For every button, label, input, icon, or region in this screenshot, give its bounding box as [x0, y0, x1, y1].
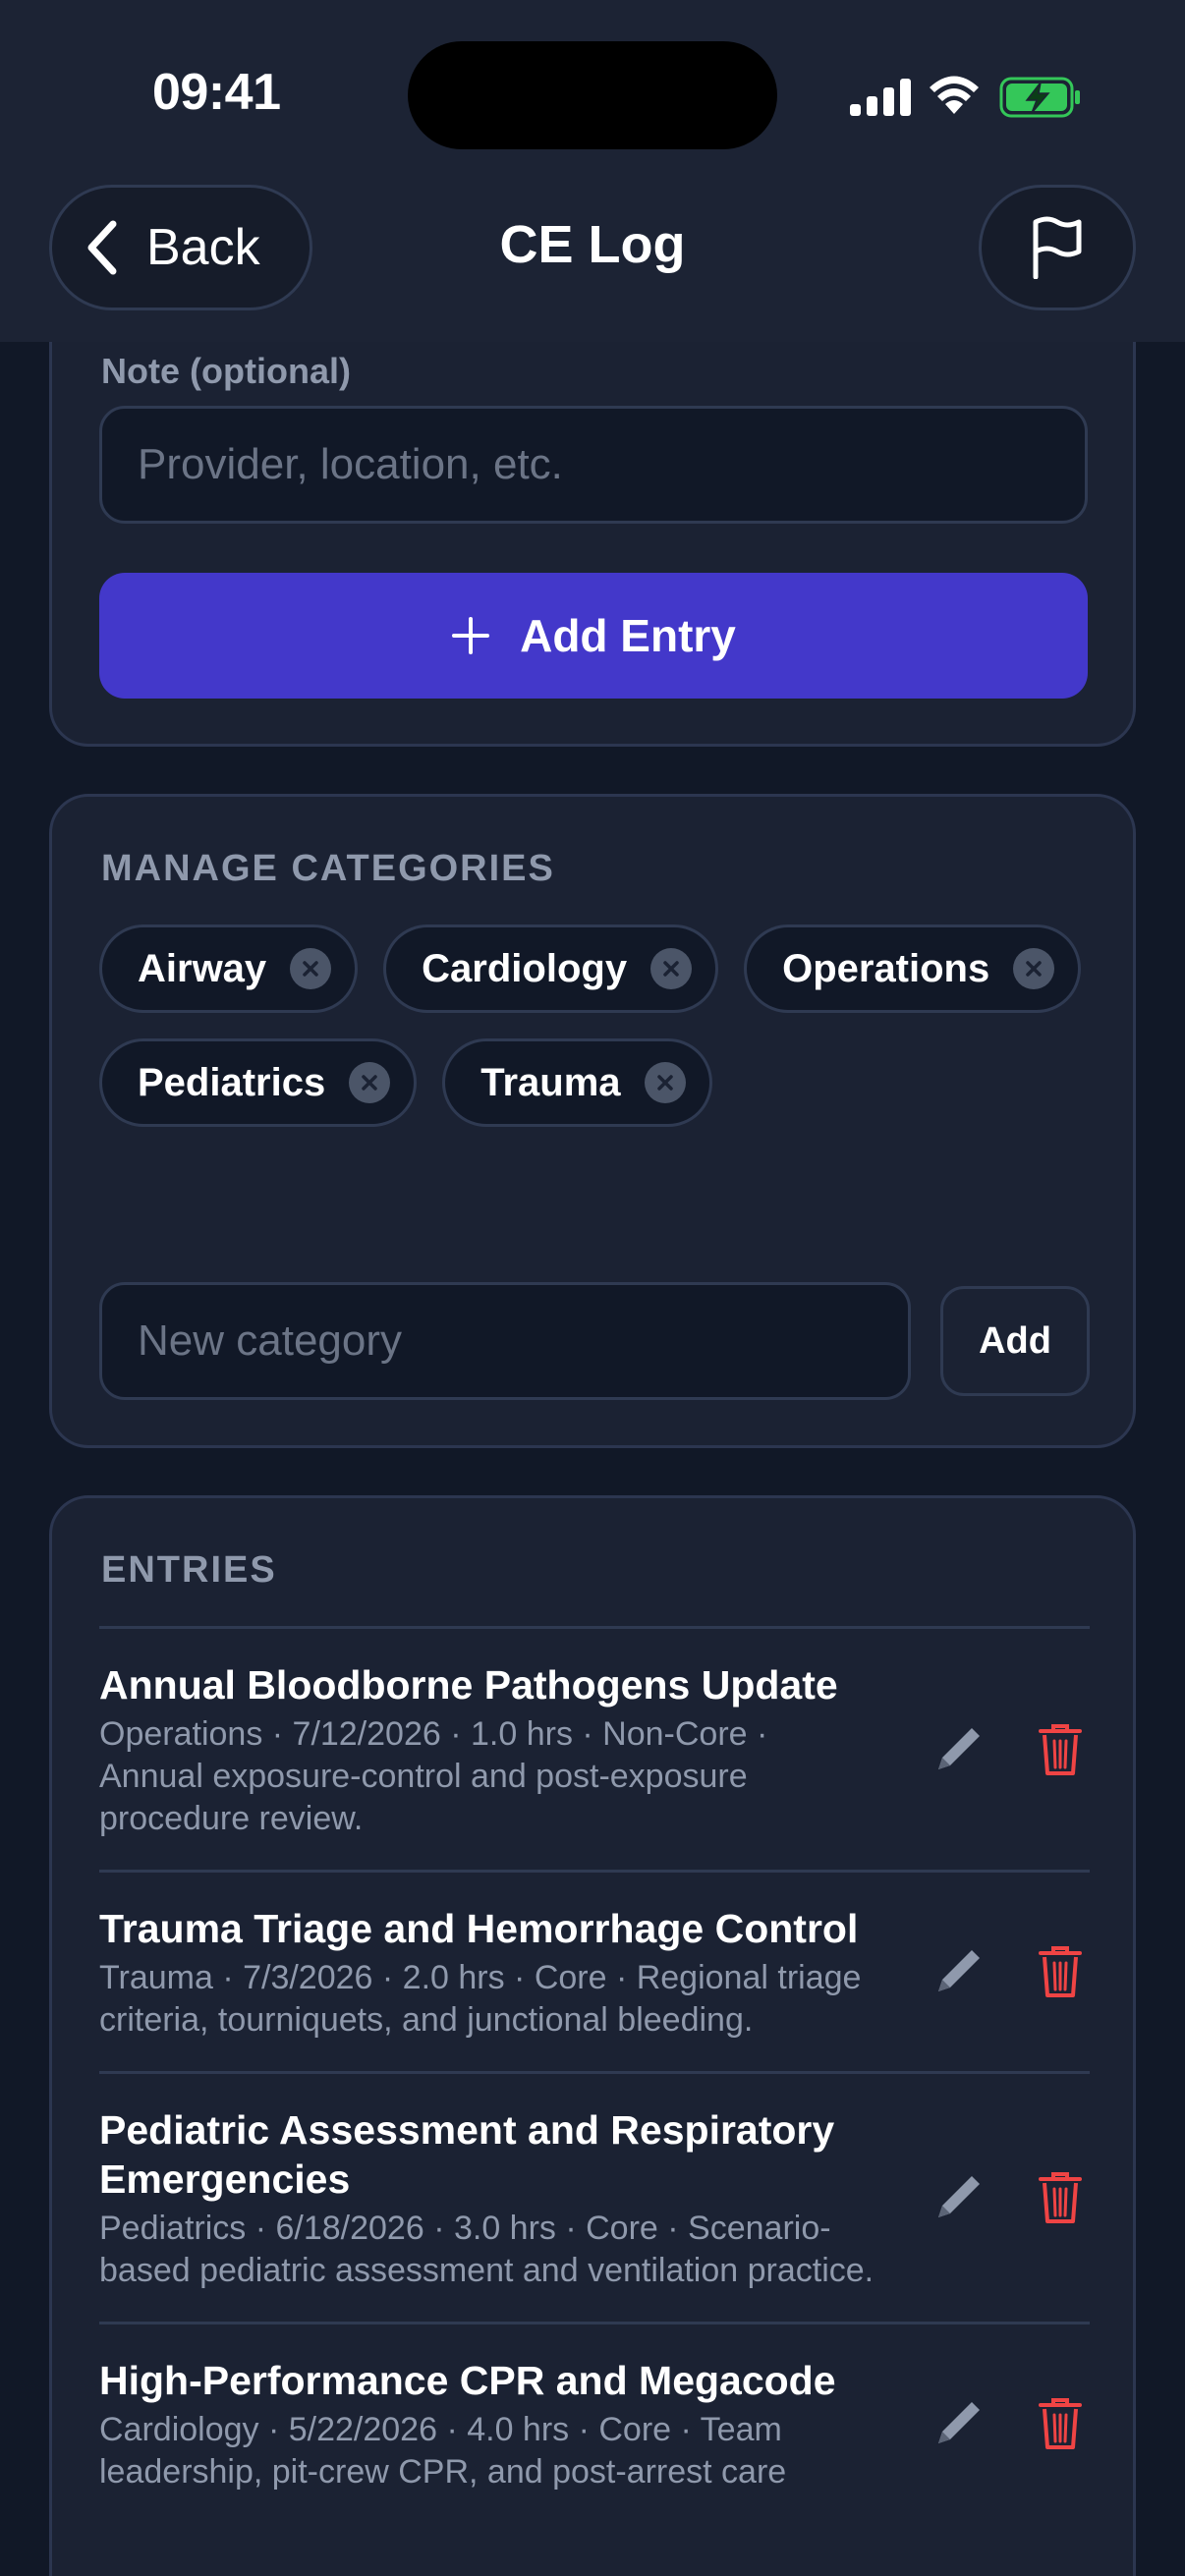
entry-actions [929, 2168, 1090, 2227]
flag-button[interactable] [979, 185, 1136, 310]
remove-category-icon[interactable] [1013, 948, 1055, 989]
entry-actions [929, 2394, 1090, 2453]
remove-category-icon[interactable] [290, 948, 332, 989]
plus-icon [451, 616, 490, 655]
top-bar: 09:41 Back CE Log [0, 0, 1185, 342]
new-category-input[interactable] [99, 1282, 911, 1400]
remove-category-icon[interactable] [349, 1062, 391, 1103]
entry-title: Pediatric Assessment and Respiratory Eme… [99, 2107, 835, 2202]
add-entry-button[interactable]: Add Entry [99, 573, 1088, 699]
entry-title: High-Performance CPR and Megacode [99, 2358, 836, 2403]
delete-trash-icon[interactable] [1031, 1942, 1090, 2001]
category-chip-label: Cardiology [422, 946, 628, 990]
edit-icon[interactable] [929, 1720, 988, 1779]
category-chip-airway: Airway [99, 924, 359, 1013]
edit-icon[interactable] [929, 1942, 988, 2001]
note-input[interactable] [99, 406, 1088, 524]
categories-heading: MANAGE CATEGORIES [101, 848, 555, 889]
entry-actions [929, 1942, 1090, 2001]
category-chip-label: Operations [782, 946, 990, 990]
entry-row[interactable]: High-Performance CPR and Megacode Cardio… [99, 2322, 1090, 2523]
wifi-icon [930, 76, 979, 114]
entries-card: ENTRIES Annual Bloodborne Pathogens Upda… [49, 1495, 1136, 2576]
battery-icon [999, 77, 1080, 118]
add-category-button[interactable]: Add [940, 1286, 1090, 1396]
edit-icon[interactable] [929, 2394, 988, 2453]
entry-meta: Trauma · 7/3/2026 · 2.0 hrs · Core · Reg… [99, 1959, 862, 2039]
delete-trash-icon[interactable] [1031, 2168, 1090, 2227]
remove-category-icon[interactable] [644, 1062, 686, 1103]
entry-title: Annual Bloodborne Pathogens Update [99, 1662, 838, 1708]
delete-trash-icon[interactable] [1031, 1720, 1090, 1779]
flag-icon [1033, 216, 1082, 279]
entry-meta: Operations · 7/12/2026 · 1.0 hrs · Non-C… [99, 1715, 768, 1837]
category-chip-pediatrics: Pediatrics [99, 1038, 418, 1127]
entries-list: Annual Bloodborne Pathogens Update Opera… [99, 1626, 1090, 2523]
status-time: 09:41 [152, 64, 281, 121]
entry-meta: Pediatrics · 6/18/2026 · 3.0 hrs · Core … [99, 2210, 875, 2289]
note-label: Note (optional) [101, 351, 351, 391]
edit-icon[interactable] [929, 2168, 988, 2227]
entries-heading: ENTRIES [101, 1549, 277, 1591]
category-chip-operations: Operations [744, 924, 1082, 1013]
category-chip-list: Airway Cardiology Operations Pediatrics … [99, 924, 1092, 1127]
remove-category-icon[interactable] [650, 948, 693, 989]
delete-trash-icon[interactable] [1031, 2394, 1090, 2453]
entry-meta: Cardiology · 5/22/2026 · 4.0 hrs · Core … [99, 2411, 787, 2491]
manage-categories-card: MANAGE CATEGORIES Airway Cardiology Oper… [49, 794, 1136, 1448]
entry-actions [929, 1720, 1090, 1779]
add-entry-label: Add Entry [520, 610, 736, 661]
entry-title: Trauma Triage and Hemorrhage Control [99, 1906, 859, 1951]
cellular-signal-icon [850, 79, 911, 116]
category-chip-label: Airway [138, 946, 267, 990]
category-chip-trauma: Trauma [442, 1038, 712, 1127]
category-chip-cardiology: Cardiology [383, 924, 719, 1013]
category-chip-label: Trauma [480, 1060, 621, 1104]
category-chip-label: Pediatrics [138, 1060, 326, 1104]
dynamic-island [408, 41, 777, 149]
entry-row[interactable]: Annual Bloodborne Pathogens Update Opera… [99, 1626, 1090, 1870]
entry-row[interactable]: Trauma Triage and Hemorrhage Control Tra… [99, 1870, 1090, 2071]
entry-row[interactable]: Pediatric Assessment and Respiratory Eme… [99, 2071, 1090, 2322]
